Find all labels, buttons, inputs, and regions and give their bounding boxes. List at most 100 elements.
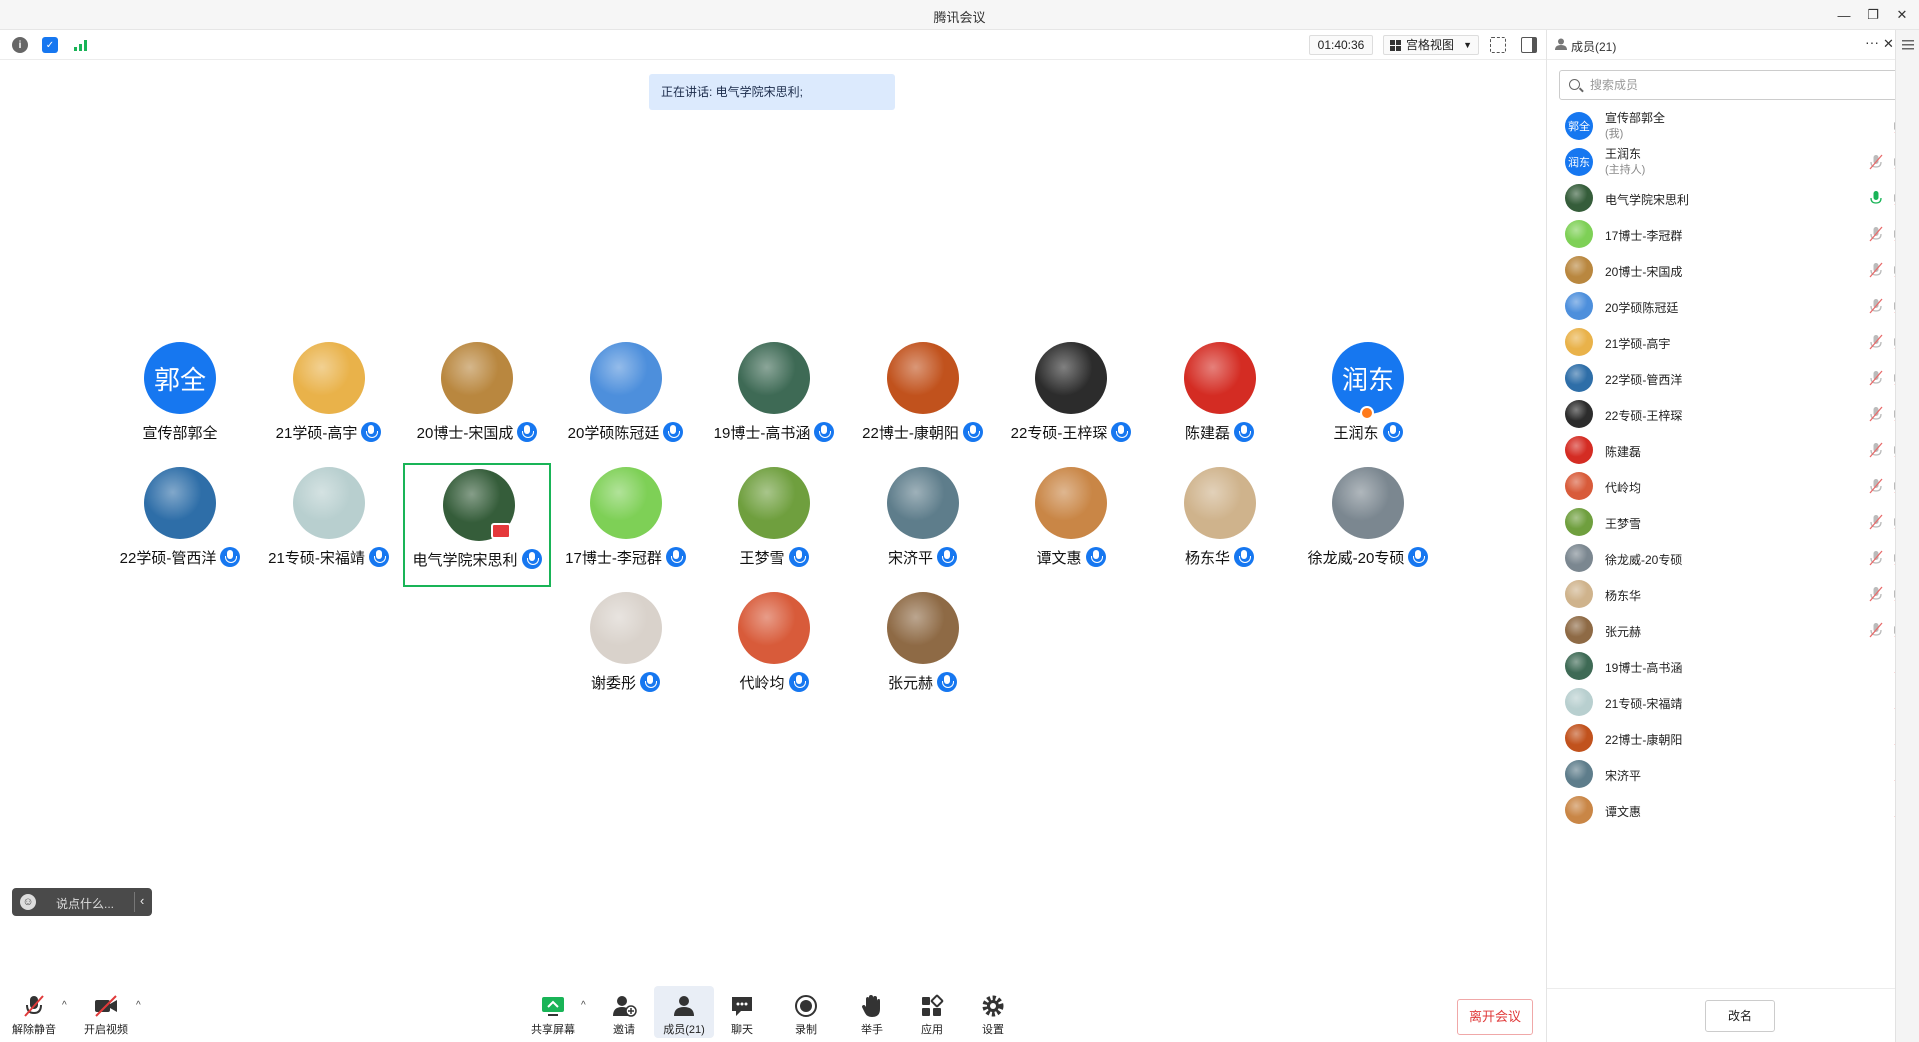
member-row[interactable]: 22学硕-管西洋	[1547, 360, 1919, 396]
minimize-button[interactable]: —	[1833, 4, 1855, 26]
participant-tile[interactable]: 22学硕-管西洋	[106, 463, 254, 587]
rename-button[interactable]: 改名	[1705, 1000, 1775, 1032]
member-row[interactable]: 22博士-康朝阳	[1547, 720, 1919, 756]
member-row[interactable]: 22专硕-王梓琛	[1547, 396, 1919, 432]
member-row[interactable]: 杨东华	[1547, 576, 1919, 612]
mic-muted-icon[interactable]	[1868, 478, 1884, 494]
panel-toggle-icon[interactable]	[1521, 37, 1537, 53]
mic-muted-icon[interactable]	[1868, 298, 1884, 314]
participant-tile[interactable]: 润东 王润东	[1294, 338, 1442, 462]
menu-icon[interactable]	[1902, 40, 1914, 50]
mic-icon	[521, 549, 542, 569]
record-button[interactable]: 录制	[776, 986, 836, 1038]
grid-view-button[interactable]: 宫格视图 ▼	[1383, 35, 1479, 55]
member-name: 19博士-高书涵	[1605, 661, 1683, 675]
member-avatar	[1565, 688, 1593, 716]
quick-chat-box[interactable]: ☺ 说点什么... ‹	[12, 888, 152, 916]
participant-tile[interactable]: 20学硕陈冠廷	[552, 338, 700, 462]
participant-tile[interactable]: 徐龙威-20专硕	[1294, 463, 1442, 587]
settings-button[interactable]: 设置	[963, 986, 1023, 1038]
mic-muted-icon[interactable]	[1868, 550, 1884, 566]
participant-tile[interactable]: 21学硕-高宇	[255, 338, 403, 462]
chat-button[interactable]: 聊天	[712, 986, 772, 1038]
more-icon[interactable]: ···	[1865, 34, 1879, 50]
info-icon[interactable]: i	[12, 37, 28, 53]
mic-muted-icon[interactable]	[1868, 262, 1884, 278]
member-row[interactable]: 20博士-宋国成	[1547, 252, 1919, 288]
member-row[interactable]: 郭全 宣传部郭全 (我)	[1547, 108, 1919, 144]
restore-button[interactable]: ❐	[1862, 4, 1884, 26]
mic-muted-icon[interactable]	[1868, 370, 1884, 386]
participant-name: 陈建磊	[1184, 425, 1230, 442]
participant-tile[interactable]: 电气学院宋思利	[403, 463, 551, 587]
leave-meeting-button[interactable]: 离开会议	[1457, 999, 1533, 1035]
participant-name-row: 22专硕-王梓琛	[997, 422, 1145, 443]
member-row[interactable]: 19博士-高书涵	[1547, 648, 1919, 684]
invite-button[interactable]: 邀请	[594, 986, 654, 1038]
participant-tile[interactable]: 22博士-康朝阳	[849, 338, 997, 462]
participant-name: 谭文惠	[1036, 550, 1082, 567]
participant-tile[interactable]: 谭文惠	[997, 463, 1145, 587]
unmute-button[interactable]: 解除静音	[4, 986, 64, 1038]
participant-tile[interactable]: 郭全 宣传部郭全	[106, 338, 254, 462]
member-row[interactable]: 17博士-李冠群	[1547, 216, 1919, 252]
member-row[interactable]: 润东 王润东 (主持人)	[1547, 144, 1919, 180]
participant-tile[interactable]: 21专硕-宋福靖	[255, 463, 403, 587]
participant-tile[interactable]: 王梦雪	[700, 463, 848, 587]
mic-muted-icon[interactable]	[1868, 622, 1884, 638]
mic-icon	[1408, 547, 1429, 567]
participant-tile[interactable]: 20博士-宋国成	[403, 338, 551, 462]
divider	[1547, 988, 1919, 989]
video-options-caret[interactable]: ^	[136, 1000, 141, 1011]
participant-tile[interactable]: 陈建磊	[1146, 338, 1294, 462]
participant-tile[interactable]: 杨东华	[1146, 463, 1294, 587]
participant-tile[interactable]: 宋济平	[849, 463, 997, 587]
participant-name: 19博士-高书涵	[713, 425, 811, 442]
mic-muted-icon[interactable]	[1868, 406, 1884, 422]
participant-tile[interactable]: 谢委彤	[552, 588, 700, 712]
member-row[interactable]: 谭文惠	[1547, 792, 1919, 828]
fullscreen-icon[interactable]	[1490, 37, 1506, 53]
mic-muted-icon[interactable]	[1868, 442, 1884, 458]
member-row[interactable]: 20学硕陈冠廷	[1547, 288, 1919, 324]
share-options-caret[interactable]: ^	[581, 1000, 586, 1011]
mic-muted-icon[interactable]	[1868, 514, 1884, 530]
audio-options-caret[interactable]: ^	[62, 1000, 67, 1011]
chevron-left-icon[interactable]: ‹	[140, 893, 144, 908]
member-row[interactable]: 代岭均	[1547, 468, 1919, 504]
mic-muted-icon[interactable]	[1868, 154, 1884, 170]
participant-tile[interactable]: 17博士-李冠群	[552, 463, 700, 587]
member-row[interactable]: 21学硕-高宇	[1547, 324, 1919, 360]
share-screen-button[interactable]: 共享屏幕	[523, 986, 583, 1038]
mic-muted-icon[interactable]	[1868, 226, 1884, 242]
member-row[interactable]: 王梦雪	[1547, 504, 1919, 540]
member-row[interactable]: 宋济平	[1547, 756, 1919, 792]
participant-tile[interactable]: 代岭均	[700, 588, 848, 712]
mic-muted-icon[interactable]	[1868, 334, 1884, 350]
member-row[interactable]: 徐龙威-20专硕	[1547, 540, 1919, 576]
mic-active-icon[interactable]	[1868, 190, 1884, 206]
search-members-input[interactable]: 搜索成员	[1559, 70, 1909, 100]
signal-icon[interactable]	[73, 37, 89, 53]
member-row[interactable]: 陈建磊	[1547, 432, 1919, 468]
member-name: 徐龙威-20专硕	[1605, 553, 1683, 567]
close-button[interactable]: ✕	[1891, 4, 1913, 26]
mic-muted-icon[interactable]	[1868, 586, 1884, 602]
participant-avatar	[292, 342, 365, 414]
participant-tile[interactable]: 22专硕-王梓琛	[997, 338, 1145, 462]
shield-icon[interactable]: ✓	[42, 37, 58, 53]
start-video-button[interactable]: 开启视频	[76, 986, 136, 1038]
members-button[interactable]: 成员(21)	[654, 986, 714, 1038]
mic-icon	[937, 547, 957, 567]
close-panel-icon[interactable]: ✕	[1883, 36, 1894, 52]
member-row[interactable]: 21专硕-宋福靖	[1547, 684, 1919, 720]
apps-button[interactable]: 应用	[902, 986, 962, 1038]
participant-tile[interactable]: 张元赫	[849, 588, 997, 712]
participant-tile[interactable]: 19博士-高书涵	[700, 338, 848, 462]
participant-avatar	[738, 592, 810, 664]
raise-hand-button[interactable]: 举手	[842, 986, 902, 1038]
member-row[interactable]: 张元赫	[1547, 612, 1919, 648]
avatar-initials: 郭全	[153, 364, 206, 395]
member-row[interactable]: 电气学院宋思利	[1547, 180, 1919, 216]
emoji-icon[interactable]: ☺	[20, 894, 36, 910]
